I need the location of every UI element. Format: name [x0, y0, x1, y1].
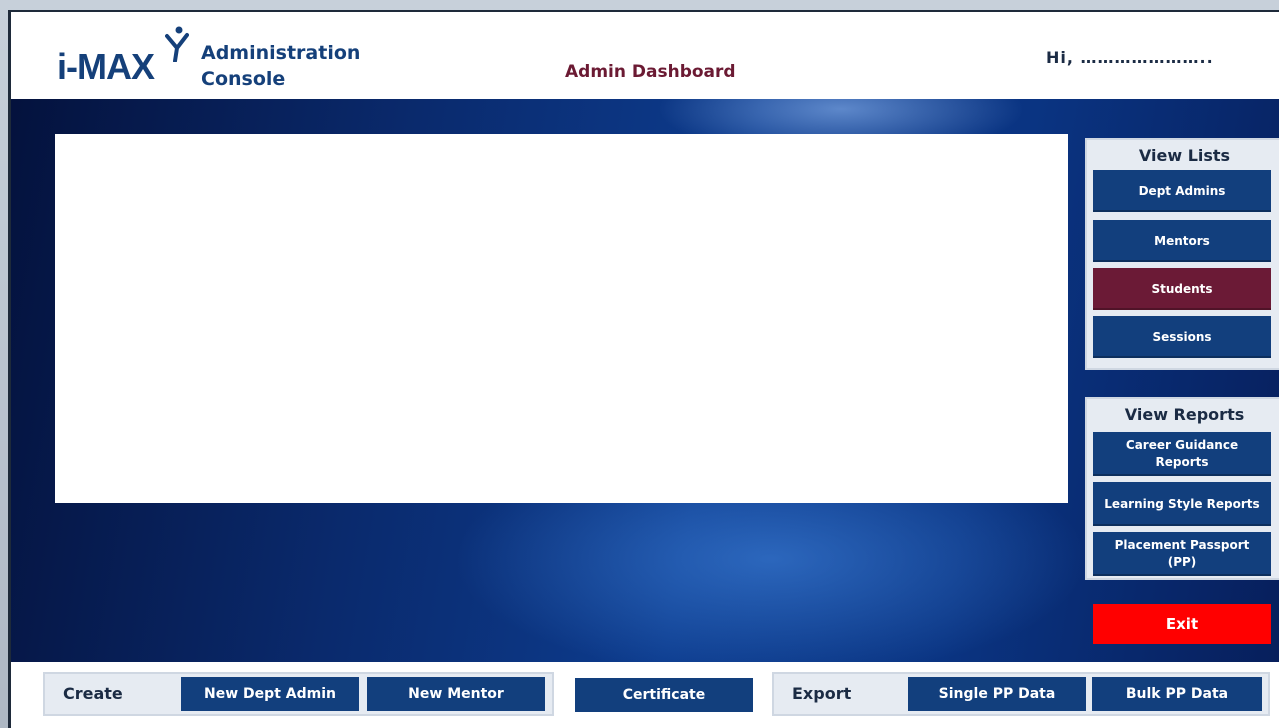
imax-logo: i-MAX: [57, 26, 189, 90]
view-lists-panel: View Lists Dept Admins Mentors Students …: [1085, 138, 1279, 370]
console-title-line1: Administration: [201, 42, 361, 64]
console-title: Administration Console: [201, 40, 401, 92]
person-figure-icon: [165, 26, 189, 62]
create-label: Create: [63, 684, 123, 703]
bulk-pp-data-button[interactable]: Bulk PP Data: [1092, 677, 1262, 711]
students-button[interactable]: Students: [1093, 268, 1271, 310]
content-panel: [55, 134, 1068, 503]
new-mentor-button[interactable]: New Mentor: [367, 677, 545, 711]
header: i-MAX Administration Console Admin Dashb…: [11, 12, 1279, 99]
page-title: Admin Dashboard: [565, 62, 736, 82]
mentors-button[interactable]: Mentors: [1093, 220, 1271, 262]
create-group: Create New Dept Admin New Mentor: [43, 672, 554, 716]
single-pp-data-button[interactable]: Single PP Data: [908, 677, 1086, 711]
logo-text: i-MAX: [57, 46, 155, 87]
app-window: i-MAX Administration Console Admin Dashb…: [8, 10, 1279, 728]
export-group: Export Single PP Data Bulk PP Data: [772, 672, 1270, 716]
footer-toolbar: Create New Dept Admin New Mentor Certifi…: [11, 662, 1279, 728]
dept-admins-button[interactable]: Dept Admins: [1093, 170, 1271, 212]
sessions-button[interactable]: Sessions: [1093, 316, 1271, 358]
view-reports-title: View Reports: [1124, 405, 1245, 424]
placement-passport-button[interactable]: Placement Passport (PP): [1093, 532, 1271, 576]
user-greeting: Hi, …………………..: [1046, 48, 1214, 67]
view-reports-panel: View Reports Career Guidance Reports Lea…: [1085, 397, 1279, 580]
new-dept-admin-button[interactable]: New Dept Admin: [181, 677, 359, 711]
exit-button[interactable]: Exit: [1093, 604, 1271, 644]
view-lists-title: View Lists: [1138, 146, 1231, 165]
learning-style-reports-button[interactable]: Learning Style Reports: [1093, 482, 1271, 526]
console-title-line2: Console: [201, 68, 286, 90]
desktop-background: i-MAX Administration Console Admin Dashb…: [0, 0, 1279, 728]
career-guidance-reports-button[interactable]: Career Guidance Reports: [1093, 432, 1271, 476]
main-area: View Lists Dept Admins Mentors Students …: [11, 99, 1279, 662]
export-label: Export: [792, 684, 852, 703]
certificate-button[interactable]: Certificate: [575, 678, 753, 712]
